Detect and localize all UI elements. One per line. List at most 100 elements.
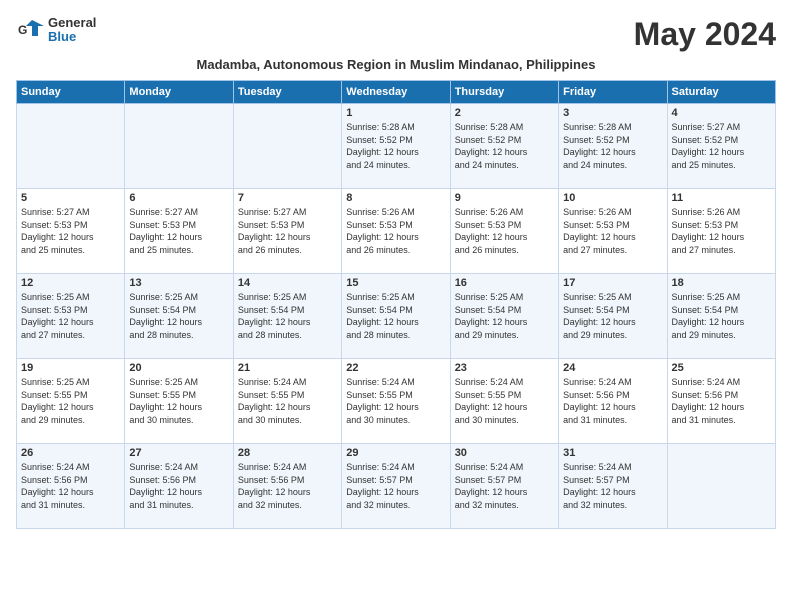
day-info: Sunrise: 5:26 AM Sunset: 5:53 PM Dayligh… bbox=[563, 206, 662, 256]
day-number: 5 bbox=[21, 192, 120, 204]
day-info: Sunrise: 5:25 AM Sunset: 5:54 PM Dayligh… bbox=[238, 291, 337, 341]
column-header-tuesday: Tuesday bbox=[233, 81, 341, 104]
day-info: Sunrise: 5:24 AM Sunset: 5:57 PM Dayligh… bbox=[563, 461, 662, 511]
logo-icon: G bbox=[16, 16, 44, 44]
calendar-cell: 1 Sunrise: 5:28 AM Sunset: 5:52 PM Daylig… bbox=[342, 104, 450, 189]
day-number: 12 bbox=[21, 277, 120, 289]
logo-general-text: General bbox=[48, 16, 96, 30]
day-number: 19 bbox=[21, 362, 120, 374]
subtitle: Madamba, Autonomous Region in Muslim Min… bbox=[16, 57, 776, 72]
calendar-cell: 17 Sunrise: 5:25 AM Sunset: 5:54 PM Dayli… bbox=[559, 274, 667, 359]
svg-text:G: G bbox=[18, 23, 27, 37]
day-info: Sunrise: 5:24 AM Sunset: 5:56 PM Dayligh… bbox=[563, 376, 662, 426]
day-number: 27 bbox=[129, 447, 228, 459]
day-info: Sunrise: 5:26 AM Sunset: 5:53 PM Dayligh… bbox=[672, 206, 771, 256]
day-number: 24 bbox=[563, 362, 662, 374]
calendar-cell: 26Sunrise: 5:24 AM Sunset: 5:56 PM Dayli… bbox=[17, 444, 125, 529]
day-number: 1 bbox=[346, 107, 445, 119]
calendar-week-row: 26Sunrise: 5:24 AM Sunset: 5:56 PM Dayli… bbox=[17, 444, 776, 529]
day-info: Sunrise: 5:28 AM Sunset: 5:52 PM Dayligh… bbox=[346, 121, 445, 171]
calendar-cell: 22Sunrise: 5:24 AM Sunset: 5:55 PM Dayli… bbox=[342, 359, 450, 444]
calendar-cell: 15Sunrise: 5:25 AM Sunset: 5:54 PM Dayli… bbox=[342, 274, 450, 359]
day-info: Sunrise: 5:25 AM Sunset: 5:55 PM Dayligh… bbox=[21, 376, 120, 426]
day-number: 2 bbox=[455, 107, 554, 119]
calendar-cell: 27 Sunrise: 5:24 AM Sunset: 5:56 PM Dayli… bbox=[125, 444, 233, 529]
day-number: 21 bbox=[238, 362, 337, 374]
day-number: 29 bbox=[346, 447, 445, 459]
calendar-cell: 16 Sunrise: 5:25 AM Sunset: 5:54 PM Dayli… bbox=[450, 274, 558, 359]
calendar-cell bbox=[125, 104, 233, 189]
day-number: 13 bbox=[129, 277, 228, 289]
calendar-cell: 9 Sunrise: 5:26 AM Sunset: 5:53 PM Daylig… bbox=[450, 189, 558, 274]
day-number: 11 bbox=[672, 192, 771, 204]
calendar-cell: 18Sunrise: 5:25 AM Sunset: 5:54 PM Dayli… bbox=[667, 274, 775, 359]
day-number: 9 bbox=[455, 192, 554, 204]
day-number: 28 bbox=[238, 447, 337, 459]
day-number: 4 bbox=[672, 107, 771, 119]
month-title: May 2024 bbox=[634, 16, 776, 53]
day-info: Sunrise: 5:26 AM Sunset: 5:53 PM Dayligh… bbox=[455, 206, 554, 256]
calendar-cell bbox=[233, 104, 341, 189]
day-info: Sunrise: 5:27 AM Sunset: 5:53 PM Dayligh… bbox=[238, 206, 337, 256]
column-header-sunday: Sunday bbox=[17, 81, 125, 104]
column-header-saturday: Saturday bbox=[667, 81, 775, 104]
day-number: 8 bbox=[346, 192, 445, 204]
day-info: Sunrise: 5:24 AM Sunset: 5:56 PM Dayligh… bbox=[129, 461, 228, 511]
logo: G General Blue bbox=[16, 16, 96, 45]
calendar-cell: 19 Sunrise: 5:25 AM Sunset: 5:55 PM Dayli… bbox=[17, 359, 125, 444]
calendar-cell: 11 Sunrise: 5:26 AM Sunset: 5:53 PM Dayli… bbox=[667, 189, 775, 274]
day-number: 10 bbox=[563, 192, 662, 204]
column-header-thursday: Thursday bbox=[450, 81, 558, 104]
calendar-cell: 28 Sunrise: 5:24 AM Sunset: 5:56 PM Dayli… bbox=[233, 444, 341, 529]
day-number: 6 bbox=[129, 192, 228, 204]
calendar-cell: 8 Sunrise: 5:26 AM Sunset: 5:53 PM Daylig… bbox=[342, 189, 450, 274]
day-number: 17 bbox=[563, 277, 662, 289]
calendar-cell: 20Sunrise: 5:25 AM Sunset: 5:55 PM Dayli… bbox=[125, 359, 233, 444]
day-info: Sunrise: 5:25 AM Sunset: 5:54 PM Dayligh… bbox=[455, 291, 554, 341]
calendar-cell: 10 Sunrise: 5:26 AM Sunset: 5:53 PM Dayli… bbox=[559, 189, 667, 274]
calendar-cell: 2Sunrise: 5:28 AM Sunset: 5:52 PM Daylig… bbox=[450, 104, 558, 189]
day-number: 30 bbox=[455, 447, 554, 459]
calendar-week-row: 1 Sunrise: 5:28 AM Sunset: 5:52 PM Daylig… bbox=[17, 104, 776, 189]
column-header-monday: Monday bbox=[125, 81, 233, 104]
day-info: Sunrise: 5:25 AM Sunset: 5:53 PM Dayligh… bbox=[21, 291, 120, 341]
day-number: 14 bbox=[238, 277, 337, 289]
calendar-week-row: 12 Sunrise: 5:25 AM Sunset: 5:53 PM Dayli… bbox=[17, 274, 776, 359]
day-number: 23 bbox=[455, 362, 554, 374]
logo-blue-text: Blue bbox=[48, 30, 96, 44]
calendar-header-row: SundayMondayTuesdayWednesdayThursdayFrid… bbox=[17, 81, 776, 104]
calendar-week-row: 5 Sunrise: 5:27 AM Sunset: 5:53 PM Daylig… bbox=[17, 189, 776, 274]
calendar-table: SundayMondayTuesdayWednesdayThursdayFrid… bbox=[16, 80, 776, 529]
day-info: Sunrise: 5:25 AM Sunset: 5:54 PM Dayligh… bbox=[563, 291, 662, 341]
day-info: Sunrise: 5:24 AM Sunset: 5:57 PM Dayligh… bbox=[346, 461, 445, 511]
calendar-cell: 4 Sunrise: 5:27 AM Sunset: 5:52 PM Daylig… bbox=[667, 104, 775, 189]
day-info: Sunrise: 5:24 AM Sunset: 5:55 PM Dayligh… bbox=[346, 376, 445, 426]
day-info: Sunrise: 5:25 AM Sunset: 5:54 PM Dayligh… bbox=[672, 291, 771, 341]
calendar-cell: 29 Sunrise: 5:24 AM Sunset: 5:57 PM Dayli… bbox=[342, 444, 450, 529]
page-header: G General Blue May 2024 bbox=[16, 16, 776, 53]
day-info: Sunrise: 5:24 AM Sunset: 5:56 PM Dayligh… bbox=[238, 461, 337, 511]
day-info: Sunrise: 5:28 AM Sunset: 5:52 PM Dayligh… bbox=[563, 121, 662, 171]
day-info: Sunrise: 5:27 AM Sunset: 5:53 PM Dayligh… bbox=[129, 206, 228, 256]
logo-text: General Blue bbox=[48, 16, 96, 45]
calendar-cell: 3Sunrise: 5:28 AM Sunset: 5:52 PM Daylig… bbox=[559, 104, 667, 189]
day-info: Sunrise: 5:27 AM Sunset: 5:53 PM Dayligh… bbox=[21, 206, 120, 256]
column-header-wednesday: Wednesday bbox=[342, 81, 450, 104]
day-number: 31 bbox=[563, 447, 662, 459]
calendar-cell: 12 Sunrise: 5:25 AM Sunset: 5:53 PM Dayli… bbox=[17, 274, 125, 359]
calendar-week-row: 19 Sunrise: 5:25 AM Sunset: 5:55 PM Dayli… bbox=[17, 359, 776, 444]
calendar-cell: 24 Sunrise: 5:24 AM Sunset: 5:56 PM Dayli… bbox=[559, 359, 667, 444]
day-info: Sunrise: 5:26 AM Sunset: 5:53 PM Dayligh… bbox=[346, 206, 445, 256]
calendar-cell: 25Sunrise: 5:24 AM Sunset: 5:56 PM Dayli… bbox=[667, 359, 775, 444]
calendar-cell: 6 Sunrise: 5:27 AM Sunset: 5:53 PM Daylig… bbox=[125, 189, 233, 274]
day-info: Sunrise: 5:27 AM Sunset: 5:52 PM Dayligh… bbox=[672, 121, 771, 171]
column-header-friday: Friday bbox=[559, 81, 667, 104]
day-info: Sunrise: 5:24 AM Sunset: 5:56 PM Dayligh… bbox=[21, 461, 120, 511]
day-number: 16 bbox=[455, 277, 554, 289]
calendar-cell: 21Sunrise: 5:24 AM Sunset: 5:55 PM Dayli… bbox=[233, 359, 341, 444]
calendar-cell bbox=[17, 104, 125, 189]
day-number: 25 bbox=[672, 362, 771, 374]
calendar-cell: 31 Sunrise: 5:24 AM Sunset: 5:57 PM Dayli… bbox=[559, 444, 667, 529]
day-info: Sunrise: 5:25 AM Sunset: 5:54 PM Dayligh… bbox=[346, 291, 445, 341]
calendar-cell bbox=[667, 444, 775, 529]
